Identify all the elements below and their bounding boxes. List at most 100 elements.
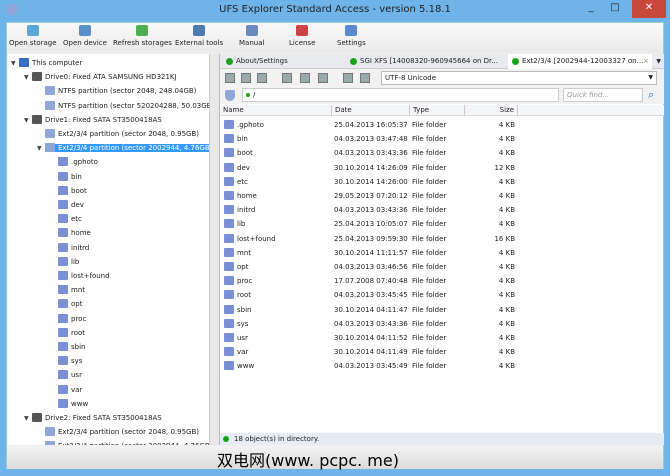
tree-item-label: www <box>71 399 89 408</box>
file-row[interactable]: mnt 30.10.2014 11:11:57 File folder 4 KB <box>220 246 664 260</box>
check-icon[interactable] <box>300 73 310 83</box>
tree-item[interactable]: lost+found <box>50 269 110 283</box>
maximize-button[interactable]: □ <box>604 0 626 18</box>
file-row[interactable]: usr 30.10.2014 04:11:52 File folder 4 KB <box>220 331 664 345</box>
tree-item[interactable]: opt <box>50 297 82 311</box>
expand-arrow-icon[interactable]: ▼ <box>24 71 32 85</box>
column-name[interactable]: Name <box>220 105 332 116</box>
tab-close-icon[interactable]: × <box>643 54 649 69</box>
expand-arrow-icon[interactable]: ▼ <box>24 412 32 426</box>
find-binoculars-icon[interactable] <box>257 73 267 83</box>
tree-item[interactable]: mnt <box>50 283 85 297</box>
tree-item[interactable]: bin <box>50 170 82 184</box>
file-row[interactable]: www 04.03.2013 03:45:49 File folder 4 KB <box>220 359 664 373</box>
toolbar-external-tools-button[interactable]: External tools <box>175 25 223 47</box>
file-row[interactable]: lost+found 25.04.2013 09:59:30 File folder… <box>220 232 664 246</box>
tree-item[interactable]: dev <box>50 198 84 212</box>
tab-ext[interactable]: Ext2/3/4 [2002944-12003327 on... × <box>508 54 652 69</box>
properties-icon[interactable] <box>343 73 353 83</box>
tree-item[interactable]: NTFS partition (sector 520204288, 50.03G… <box>37 99 209 113</box>
tree-item[interactable]: Ext2/3/4 partition (sector 2002944, 4.76… <box>37 439 209 445</box>
file-date: 04.03.2013 03:43:36 <box>334 149 408 158</box>
file-row[interactable]: initrd 04.03.2013 03:43:36 File folder 4 KB <box>220 203 664 217</box>
select-icon[interactable] <box>241 73 251 83</box>
save-icon[interactable] <box>225 73 235 83</box>
file-row[interactable]: root 04.03.2013 03:45:45 File folder 4 KB <box>220 288 664 302</box>
tree-item[interactable]: www <box>50 397 88 411</box>
file-size: 4 KB <box>498 248 515 257</box>
file-row[interactable]: opt 04.03.2013 03:46:56 File folder 4 KB <box>220 260 664 274</box>
tree-item[interactable]: ▼ This computer <box>11 56 82 70</box>
tabs-overflow-icon[interactable]: ▼ <box>656 54 661 69</box>
computer-icon <box>19 58 29 67</box>
file-row[interactable]: etc 30.10.2014 14:26:00 File folder 4 KB <box>220 175 664 189</box>
file-row[interactable]: sys 04.03.2013 03:43:36 File folder 4 KB <box>220 317 664 331</box>
folder-icon <box>58 256 68 266</box>
tree-item[interactable]: Ext2/3/4 partition (sector 2048, 0.95GB) <box>37 127 199 141</box>
file-row[interactable]: home 29.05.2013 07:20:12 File folder 4 KB <box>220 189 664 203</box>
partition-icon <box>45 86 55 96</box>
file-row[interactable]: proc 17.07.2008 07:40:48 File folder 4 KB <box>220 274 664 288</box>
tree-item[interactable]: ▼ Drive0: Fixed ATA SAMSUNG HD321KJ <box>24 70 177 84</box>
tree-item-body: initrd <box>58 242 89 252</box>
toolbar-license-button[interactable]: License <box>289 25 315 47</box>
folder-icon <box>224 318 234 328</box>
expand-arrow-icon[interactable]: ▼ <box>24 114 32 128</box>
path-input[interactable]: / <box>242 88 559 102</box>
browser-panel: About/Settings SGI XFS [14008320-9609456… <box>219 54 664 445</box>
toolbar-open-storage-button[interactable]: Open storage <box>9 25 57 47</box>
column-type[interactable]: Type <box>410 105 465 116</box>
toolbar-manual-button[interactable]: Manual <box>239 25 264 47</box>
close-button[interactable]: ✕ <box>632 0 666 18</box>
tree-item[interactable]: ▼ Ext2/3/4 partition (sector 2002944, 4.7… <box>37 141 209 155</box>
toolbar-settings-button[interactable]: Settings <box>337 25 366 47</box>
tree-item[interactable]: Ext2/3/4 partition (sector 2048, 0.95GB) <box>37 425 199 439</box>
tree-item[interactable]: ▼ Drive2: Fixed SATA ST3500418AS <box>24 411 162 425</box>
column-size[interactable]: Size <box>465 105 518 116</box>
tree-item[interactable]: home <box>50 226 91 240</box>
search-icon[interactable]: ⌕ <box>648 88 654 102</box>
tree-item[interactable]: etc <box>50 212 82 226</box>
tree-item[interactable]: sbin <box>50 340 85 354</box>
minimize-button[interactable]: _ <box>580 0 602 18</box>
file-row[interactable]: bin 04.03.2013 03:47:48 File folder 4 KB <box>220 132 664 146</box>
back-icon[interactable] <box>282 73 292 83</box>
file-row[interactable]: .gphoto 25.04.2013 16:05:37 File folder 4 K… <box>220 118 664 132</box>
tree-item-body: home <box>58 228 91 238</box>
file-size: 4 KB <box>498 362 515 371</box>
tree-item[interactable]: NTFS partition (sector 2048, 248.04GB) <box>37 84 196 98</box>
quick-find-input[interactable]: Quick find... <box>563 88 643 102</box>
tree-item[interactable]: root <box>50 326 85 340</box>
file-row[interactable]: dev 30.10.2014 14:26:09 File folder 12 KB <box>220 161 664 175</box>
tree-scrollbar[interactable] <box>209 54 219 445</box>
tree-item[interactable]: sys <box>50 354 82 368</box>
encoding-select[interactable]: UTF-8 Unicode ▼ <box>381 71 657 85</box>
toolbar-refresh-storages-button[interactable]: Refresh storages <box>113 25 172 47</box>
tree-item[interactable]: .gphoto <box>50 155 98 169</box>
tree-item[interactable]: boot <box>50 184 87 198</box>
expand-arrow-icon[interactable]: ▼ <box>37 142 45 156</box>
file-date: 04.03.2013 03:47:48 <box>334 135 408 144</box>
file-row[interactable]: sbin 30.10.2014 04:11:47 File folder 4 KB <box>220 303 664 317</box>
file-size: 4 KB <box>498 291 515 300</box>
file-row[interactable]: lib 25.04.2013 10:05:07 File folder 4 KB <box>220 217 664 231</box>
tree-item[interactable]: ▼ Drive1: Fixed SATA ST3500418AS <box>24 113 162 127</box>
tree-item-label: sys <box>71 357 83 366</box>
tree-item[interactable]: initrd <box>50 241 89 255</box>
encoding-value: UTF-8 Unicode <box>385 74 437 82</box>
expand-arrow-icon[interactable]: ▼ <box>11 57 19 71</box>
file-type: File folder <box>412 334 447 342</box>
forward-icon[interactable] <box>318 73 328 83</box>
file-size: 4 KB <box>498 263 515 271</box>
copy-icon[interactable] <box>360 73 370 83</box>
column-date[interactable]: Date <box>332 105 410 116</box>
tree-item[interactable]: proc <box>50 312 86 326</box>
file-row[interactable]: boot 04.03.2013 03:43:36 File folder 4 KB <box>220 146 664 160</box>
toolbar-open-device-button[interactable]: Open device <box>63 25 107 47</box>
tree-item[interactable]: usr <box>50 368 82 382</box>
folder-icon <box>224 333 234 342</box>
tree-item[interactable]: var <box>50 383 82 397</box>
tab-sgi-xfs[interactable]: SGI XFS [14008320-960945664 on Dr... <box>346 54 506 69</box>
tree-item[interactable]: lib <box>50 255 79 269</box>
file-row[interactable]: var 30.10.2014 04:11:49 File folder 4 KB <box>220 345 664 359</box>
